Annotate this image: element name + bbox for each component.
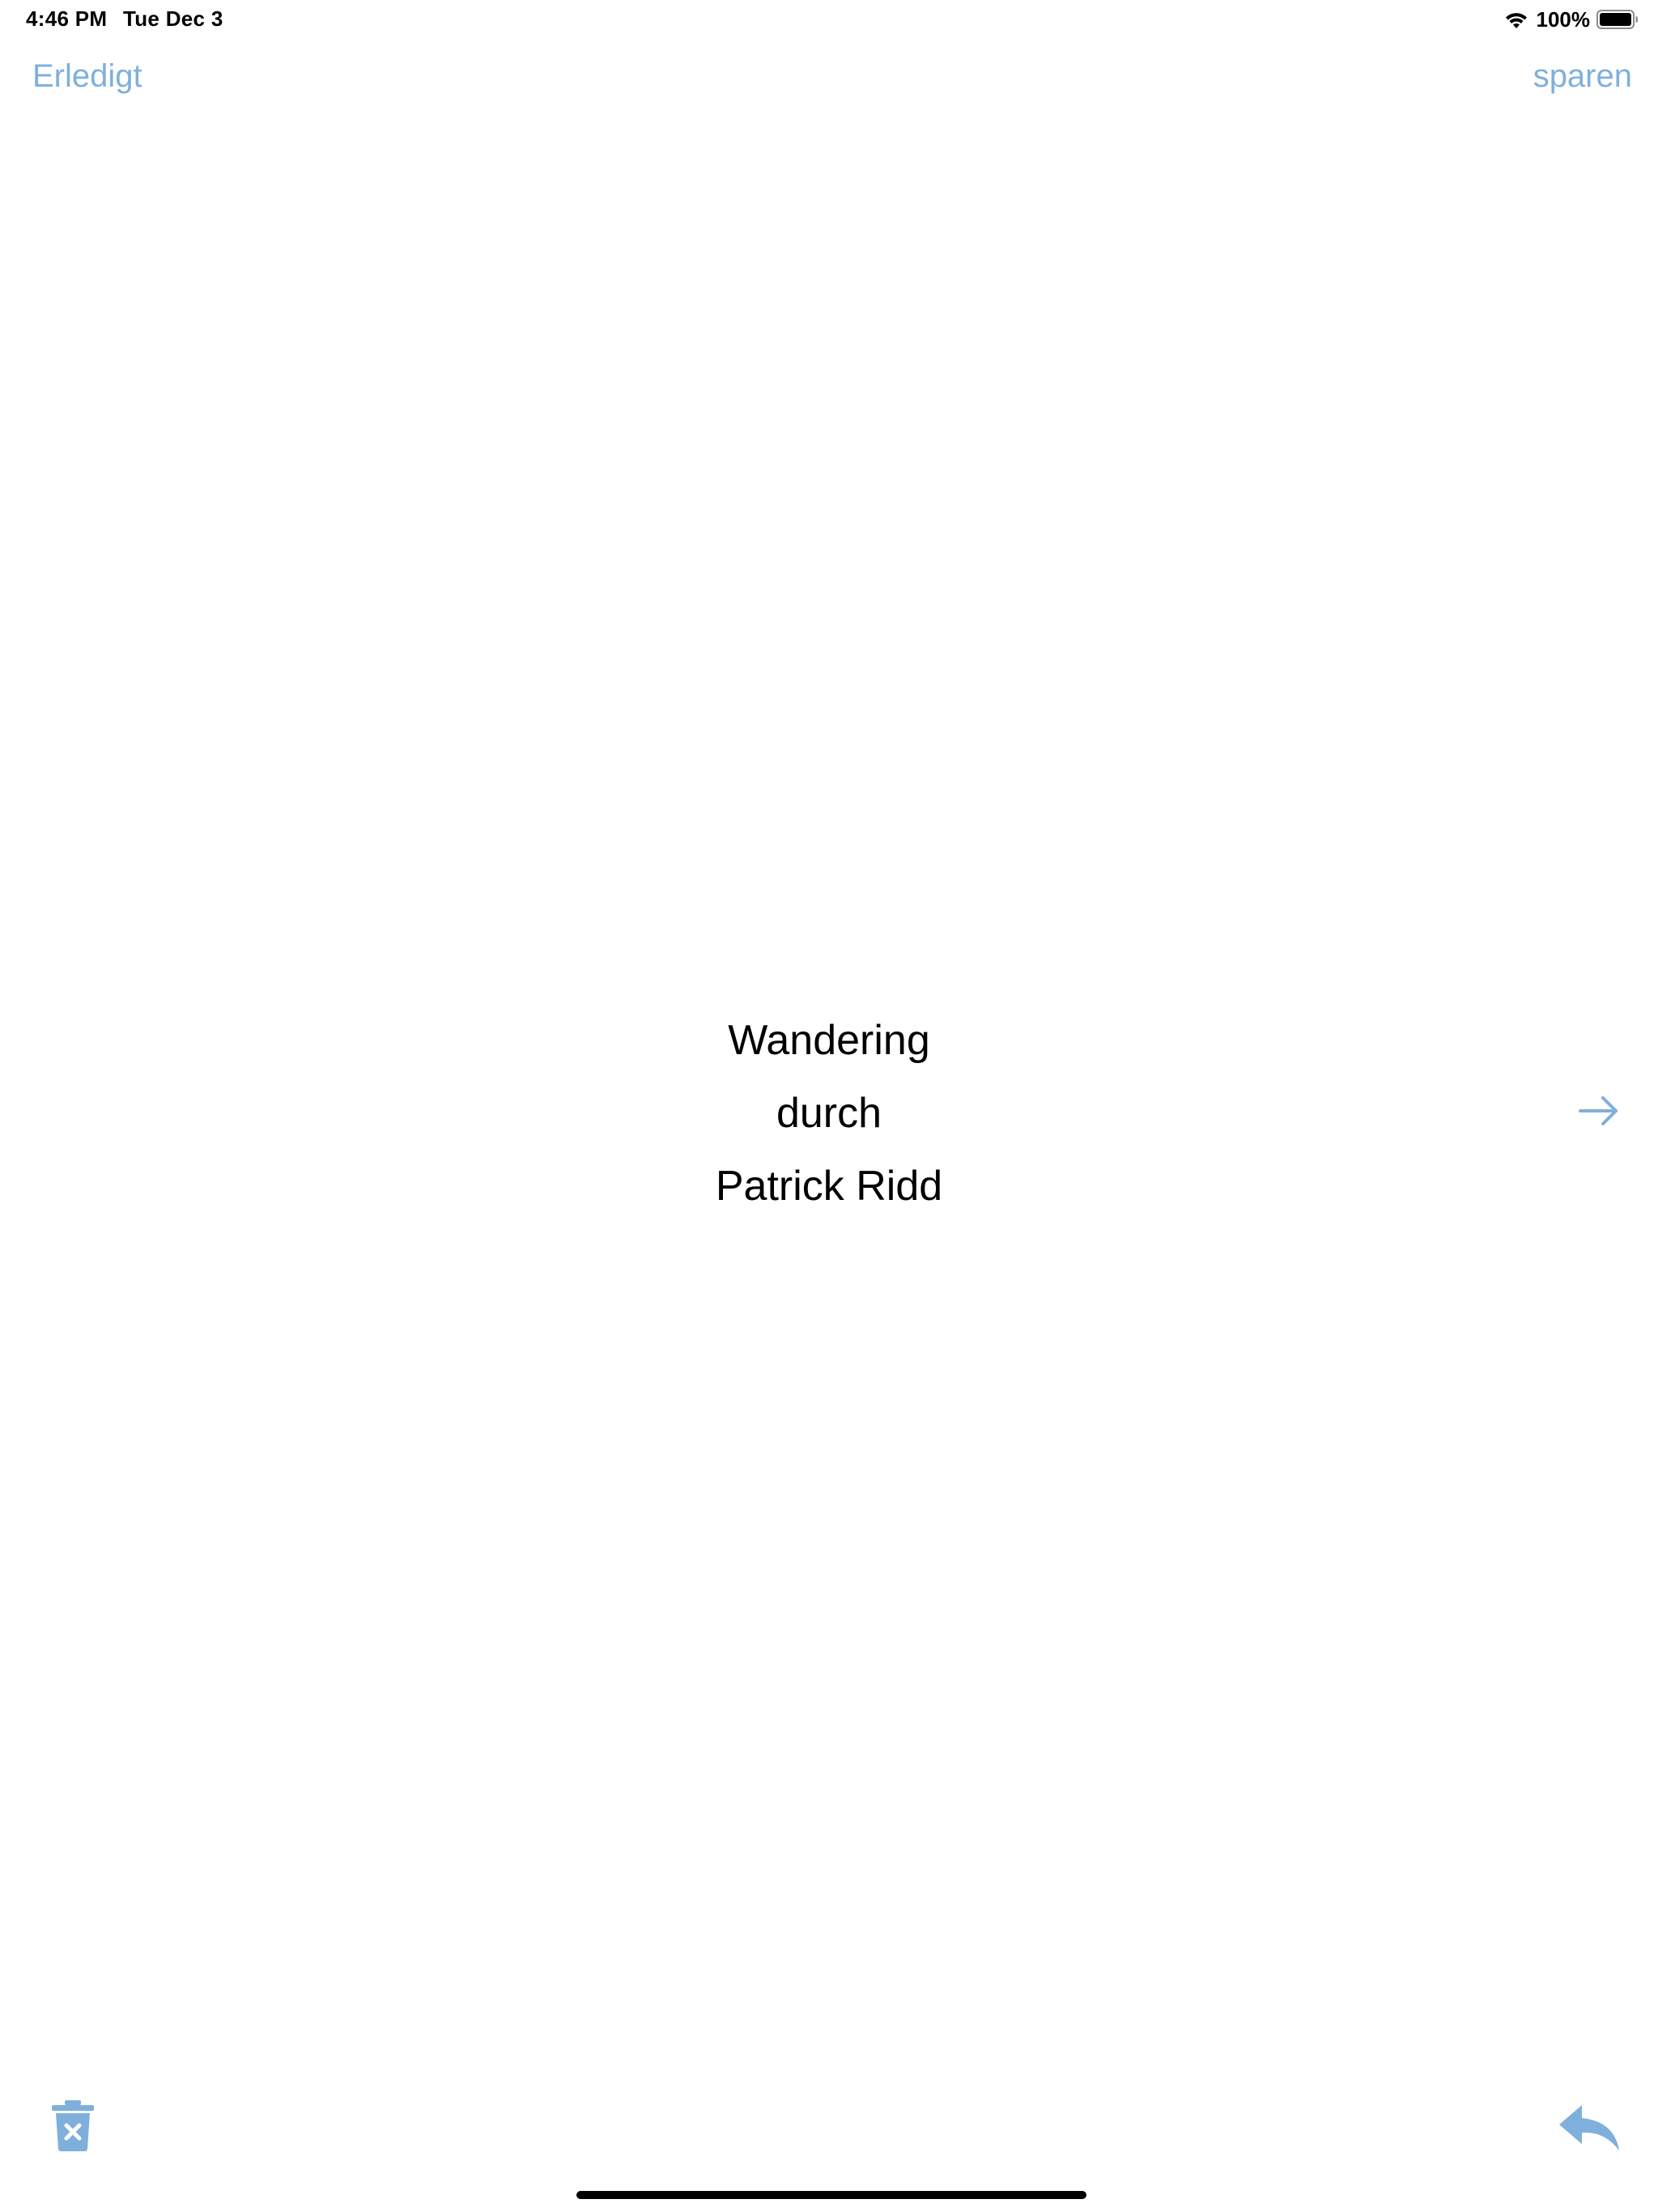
reply-icon	[1559, 2105, 1619, 2150]
reply-button[interactable]	[1558, 2102, 1621, 2154]
done-button[interactable]: Erledigt	[32, 58, 142, 95]
screen: 4:46 PM Tue Dec 3 100% Erledigt sparen W…	[0, 0, 1658, 2212]
next-button[interactable]	[1574, 1085, 1626, 1137]
status-date: Tue Dec 3	[123, 6, 223, 31]
battery-percent: 100%	[1536, 6, 1591, 32]
home-indicator[interactable]	[576, 2191, 1086, 2199]
trash-icon	[52, 2100, 94, 2151]
card-author: Patrick Ridd	[715, 1163, 943, 1210]
save-button[interactable]: sparen	[1533, 58, 1632, 95]
wifi-icon	[1503, 9, 1530, 30]
arrow-right-icon	[1579, 1096, 1618, 1125]
status-bar: 4:46 PM Tue Dec 3 100%	[0, 0, 1658, 39]
status-indicators: 100%	[1503, 6, 1639, 32]
battery-icon	[1596, 9, 1639, 30]
card-byline-word: durch	[776, 1090, 882, 1137]
card-content: Wandering durch Patrick Ridd	[0, 1004, 1658, 1223]
status-time: 4:46 PM	[26, 6, 108, 31]
delete-button[interactable]	[50, 2099, 96, 2152]
card-title: Wandering	[728, 1017, 930, 1064]
